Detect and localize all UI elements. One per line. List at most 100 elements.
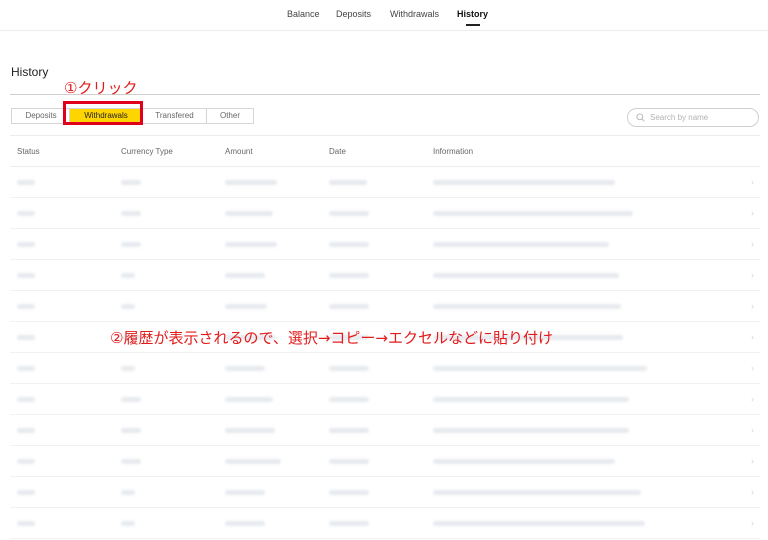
chevron-right-icon: › [751, 177, 754, 187]
table-row[interactable]: › [10, 260, 760, 291]
blurred-cell [433, 304, 621, 309]
blurred-cell [225, 521, 265, 526]
blurred-cell [17, 490, 35, 495]
nav-tab-balance[interactable]: Balance [287, 9, 320, 19]
blurred-cell [329, 490, 369, 495]
table-row[interactable]: › [10, 229, 760, 260]
nav-tab-deposits[interactable]: Deposits [336, 9, 371, 19]
chevron-right-icon: › [751, 301, 754, 311]
column-header-amount: Amount [225, 147, 253, 156]
blurred-cell [121, 397, 141, 402]
blurred-cell [329, 180, 367, 185]
chevron-right-icon: › [751, 425, 754, 435]
blurred-cell [329, 428, 369, 433]
chevron-right-icon: › [751, 394, 754, 404]
blurred-cell [121, 428, 141, 433]
blurred-cell [225, 428, 275, 433]
top-nav: Balance Deposits Withdrawals History [0, 0, 768, 31]
table-row[interactable]: › [10, 384, 760, 415]
annotation-step2: ②履歴が表示されるので、選択→コピー→エクセルなどに貼り付け [110, 329, 553, 347]
table-row[interactable]: › [10, 198, 760, 229]
table-row[interactable]: › [10, 446, 760, 477]
blurred-cell [17, 211, 35, 216]
table-row[interactable]: › [10, 415, 760, 446]
blurred-cell [225, 366, 265, 371]
blurred-cell [433, 211, 633, 216]
blurred-cell [225, 180, 277, 185]
chevron-right-icon: › [751, 239, 754, 249]
blurred-cell [17, 273, 35, 278]
blurred-cell [121, 366, 135, 371]
blurred-cell [17, 428, 35, 433]
filter-tab-deposits[interactable]: Deposits [11, 108, 71, 124]
blurred-cell [17, 335, 35, 340]
blurred-cell [225, 397, 273, 402]
blurred-cell [225, 304, 267, 309]
chevron-right-icon: › [751, 332, 754, 342]
search-input[interactable] [650, 111, 750, 124]
blurred-cell [329, 242, 369, 247]
table-row[interactable]: › [10, 508, 760, 539]
blurred-cell [433, 273, 619, 278]
chevron-right-icon: › [751, 487, 754, 497]
blurred-cell [121, 521, 135, 526]
column-header-currency-type: Currency Type [121, 147, 173, 156]
filter-tab-other[interactable]: Other [206, 108, 254, 124]
blurred-cell [329, 304, 369, 309]
blurred-cell [433, 490, 641, 495]
blurred-cell [121, 273, 135, 278]
blurred-cell [225, 242, 277, 247]
table-row[interactable]: › [10, 291, 760, 322]
blurred-cell [433, 366, 647, 371]
nav-tab-withdrawals[interactable]: Withdrawals [390, 9, 439, 19]
blurred-cell [225, 211, 273, 216]
blurred-cell [121, 211, 141, 216]
chevron-right-icon: › [751, 518, 754, 528]
blurred-cell [17, 180, 35, 185]
page-title: History [11, 65, 49, 79]
blurred-cell [17, 304, 35, 309]
blurred-cell [329, 211, 369, 216]
blurred-cell [329, 273, 369, 278]
column-header-date: Date [329, 147, 346, 156]
blurred-cell [329, 459, 369, 464]
annotation-step1: ①クリック [64, 79, 138, 97]
blurred-cell [433, 428, 629, 433]
blurred-cell [433, 397, 629, 402]
table-row[interactable]: › [10, 353, 760, 384]
chevron-right-icon: › [751, 363, 754, 373]
blurred-cell [433, 459, 615, 464]
column-header-information: Information [433, 147, 474, 156]
blurred-cell [433, 242, 609, 247]
blurred-cell [329, 521, 369, 526]
chevron-right-icon: › [751, 270, 754, 280]
nav-tab-history[interactable]: History [457, 9, 488, 26]
search-box[interactable] [627, 108, 759, 127]
blurred-cell [433, 180, 615, 185]
blurred-cell [225, 459, 281, 464]
blurred-cell [329, 397, 369, 402]
blurred-cell [121, 490, 135, 495]
chevron-right-icon: › [751, 208, 754, 218]
blurred-cell [121, 459, 141, 464]
column-header-status: Status [17, 147, 40, 156]
blurred-cell [17, 459, 35, 464]
filter-tab-transfered[interactable]: Transfered [142, 108, 207, 124]
table-top-divider [10, 135, 760, 136]
blurred-cell [225, 273, 265, 278]
table-row[interactable]: › [10, 167, 760, 198]
blurred-cell [329, 366, 369, 371]
highlight-box [63, 101, 143, 125]
blurred-cell [433, 521, 645, 526]
blurred-cell [121, 304, 135, 309]
search-icon [636, 113, 645, 122]
blurred-cell [17, 242, 35, 247]
blurred-cell [121, 242, 141, 247]
blurred-cell [17, 397, 35, 402]
blurred-cell [17, 521, 35, 526]
blurred-cell [121, 180, 141, 185]
blurred-cell [225, 490, 265, 495]
blurred-cell [17, 366, 35, 371]
chevron-right-icon: › [751, 456, 754, 466]
table-row[interactable]: › [10, 477, 760, 508]
